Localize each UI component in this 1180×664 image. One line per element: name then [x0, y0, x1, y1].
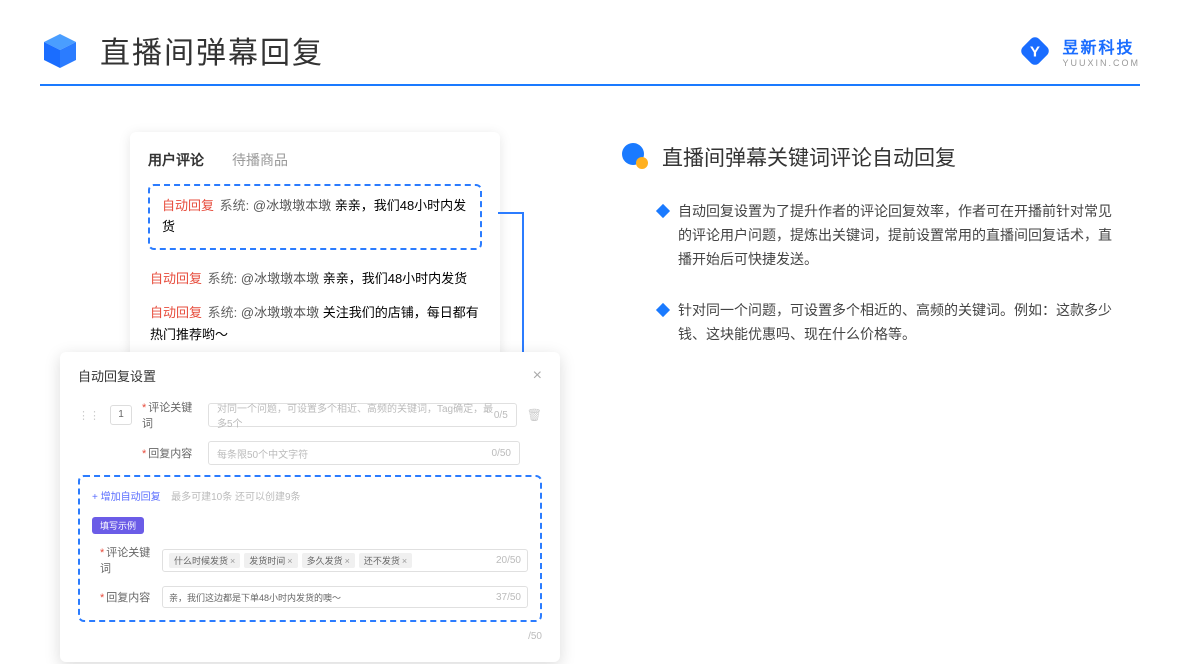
- auto-reply-row: 自动回复 系统: @冰墩墩本墩 关注我们的店铺，每日都有热门推荐哟～: [148, 296, 482, 352]
- drag-handle-icon[interactable]: ⋮⋮: [78, 409, 100, 422]
- highlighted-auto-reply: 自动回复 系统: @冰墩墩本墩 亲亲，我们48小时内发货: [148, 184, 482, 250]
- auto-reply-row: 自动回复 系统: @冰墩墩本墩 亲亲，我们48小时内发货: [148, 262, 482, 296]
- tag-item: 什么时候发货×: [169, 553, 240, 568]
- diamond-bullet-icon: [656, 204, 670, 218]
- reply-label: 回复内容: [148, 448, 192, 460]
- example-section: + 增加自动回复 最多可建10条 还可以创建9条 填写示例 *评论关键词 什么时…: [78, 475, 542, 622]
- keyword-input[interactable]: 对同一个问题，可设置多个相近、高频的关键词，Tag确定，最多5个 0/5: [208, 403, 517, 427]
- page-title: 直播间弹幕回复: [100, 28, 324, 72]
- svg-text:Y: Y: [1030, 44, 1040, 61]
- add-auto-reply-link[interactable]: + 增加自动回复: [92, 492, 161, 503]
- mention-user: @冰墩墩本墩: [253, 198, 331, 213]
- brand-logo-block: Y 昱新科技 YUUXIN.COM: [1016, 32, 1140, 70]
- tag-item: 还不发货×: [359, 553, 412, 568]
- chat-bubble-icon: [620, 142, 650, 172]
- comments-card: 用户评论 待播商品 自动回复 系统: @冰墩墩本墩 亲亲，我们48小时内发货 自…: [130, 132, 500, 370]
- bullet-text-1: 自动回复设置为了提升作者的评论回复效率，作者可在开播前针对常见的评论用户问题，提…: [678, 200, 1118, 271]
- tag-item: 多久发货×: [302, 553, 355, 568]
- tab-user-comments[interactable]: 用户评论: [148, 150, 204, 170]
- header-divider: [40, 84, 1140, 86]
- brand-name-cn: 昱新科技: [1062, 34, 1140, 58]
- rule-number: 1: [110, 405, 132, 425]
- section-title: 直播间弹幕关键词评论自动回复: [662, 142, 956, 172]
- tab-pending-goods[interactable]: 待播商品: [232, 150, 288, 170]
- reply-input[interactable]: 每条限50个中文字符 0/50: [208, 441, 520, 465]
- bullet-text-2: 针对同一个问题，可设置多个相近的、高频的关键词。例如：这款多少钱、这块能优惠吗、…: [678, 299, 1118, 347]
- example-keyword-tags[interactable]: 什么时候发货× 发货时间× 多久发货× 还不发货× 20/50: [162, 549, 528, 572]
- example-reply-content[interactable]: 亲，我们这边都是下单48小时内发货的噢～ 37/50: [162, 586, 528, 608]
- trash-icon[interactable]: 🗑: [527, 408, 542, 422]
- tag-item: 发货时间×: [244, 553, 297, 568]
- example-pill: 填写示例: [92, 517, 144, 534]
- auto-reply-settings-card: 自动回复设置 × ⋮⋮ 1 *评论关键词 对同一个问题，可设置多个相近、高频的关…: [60, 352, 560, 662]
- keyword-label: 评论关键词: [142, 402, 192, 430]
- auto-reply-badge: 自动回复: [162, 198, 214, 213]
- add-hint: 最多可建10条 还可以创建9条: [171, 492, 300, 503]
- system-label: 系统:: [220, 198, 250, 213]
- brand-name-en: YUUXIN.COM: [1062, 58, 1140, 68]
- outer-counter: /50: [528, 631, 542, 642]
- diamond-bullet-icon: [656, 303, 670, 317]
- settings-title: 自动回复设置: [78, 366, 156, 385]
- cube-icon: [40, 30, 80, 70]
- connector-line: [498, 212, 522, 214]
- brand-diamond-icon: Y: [1016, 32, 1054, 70]
- close-icon[interactable]: ×: [533, 367, 542, 385]
